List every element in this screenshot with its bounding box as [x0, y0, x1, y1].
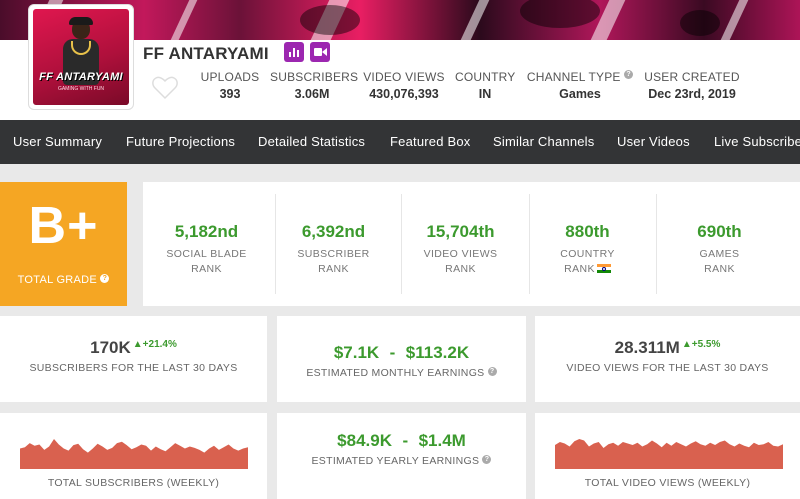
video-views-rank: 15,704th VIDEO VIEWS RANK [423, 222, 498, 275]
tab-detailed-statistics[interactable]: Detailed Statistics [258, 120, 365, 164]
help-icon[interactable]: ? [100, 274, 110, 283]
weekly-views-card: TOTAL VIDEO VIEWS (WEEKLY) [535, 413, 800, 499]
weekly-subscribers-card: TOTAL SUBSCRIBERS (WEEKLY) [0, 413, 267, 499]
yearly-earnings-card: $84.9K - $1.4M ESTIMATED YEARLY EARNINGS… [277, 413, 526, 499]
up-arrow-icon: ▲ [132, 339, 143, 350]
tab-similar-channels[interactable]: Similar Channels [493, 120, 594, 164]
country-rank: 880th COUNTRY RANK [560, 222, 615, 275]
up-arrow-icon: ▲ [681, 339, 692, 350]
channel-avatar[interactable]: FF ANTARYAMI GAMING WITH FUN [28, 4, 134, 110]
subscriber-rank: 6,392nd SUBSCRIBER RANK [297, 222, 370, 275]
subscribers-30-days-card: 170K ▲+21.4% SUBSCRIBERS FOR THE LAST 30 … [0, 316, 267, 402]
channel-name: FF ANTARYAMI [143, 44, 269, 63]
ranks-panel: 5,182nd SOCIAL BLADE RANK 6,392nd SUBSCRI… [143, 182, 800, 306]
tab-user-videos[interactable]: User Videos [617, 120, 690, 164]
india-flag-icon [596, 264, 611, 273]
sparkline-area [20, 439, 248, 469]
help-icon[interactable]: ? [624, 70, 634, 79]
tab-nav: User Summary Future Projections Detailed… [0, 120, 800, 164]
chart-badge-icon[interactable] [284, 42, 304, 62]
tab-user-summary[interactable]: User Summary [13, 120, 102, 164]
uploads-stat: UPLOADS 393 [200, 70, 260, 101]
social-blade-rank: 5,182nd SOCIAL BLADE RANK [166, 222, 247, 275]
views-30-days-card: 28.311M ▲+5.5% VIDEO VIEWS FOR THE LAST 3… [535, 316, 800, 402]
avatar-subtext: GAMING WITH FUN [57, 86, 105, 92]
avatar-logo: FF ANTARYAMI [39, 71, 123, 83]
video-badge-icon[interactable] [310, 42, 330, 62]
tab-live-subscriber[interactable]: Live Subscriber [714, 120, 800, 164]
country-stat: COUNTRY IN [455, 70, 516, 101]
help-icon[interactable]: ? [487, 367, 497, 376]
tab-featured-box[interactable]: Featured Box [390, 120, 470, 164]
help-icon[interactable]: ? [482, 455, 492, 464]
heart-icon[interactable] [152, 76, 178, 100]
channel-type-stat: CHANNEL TYPE ? Games [526, 70, 634, 101]
grade-value: B+ [28, 197, 99, 255]
video-views-stat: VIDEO VIEWS 430,076,393 [363, 70, 445, 101]
weekly-subscribers-sparkline [20, 439, 248, 469]
user-created-stat: USER CREATED Dec 23rd, 2019 [644, 70, 740, 101]
grade-label: TOTAL GRADE [17, 274, 98, 286]
games-rank: 690th GAMES RANK [697, 222, 742, 275]
monthly-earnings-card: $7.1K - $113.2K ESTIMATED MONTHLY EARNIN… [277, 316, 526, 402]
total-grade-box: B+ TOTAL GRADE ? [0, 182, 127, 306]
subscribers-stat: SUBSCRIBERS 3.06M [270, 70, 359, 101]
tab-future-projections[interactable]: Future Projections [126, 120, 235, 164]
sparkline-area [555, 439, 783, 469]
weekly-views-sparkline [555, 439, 783, 469]
